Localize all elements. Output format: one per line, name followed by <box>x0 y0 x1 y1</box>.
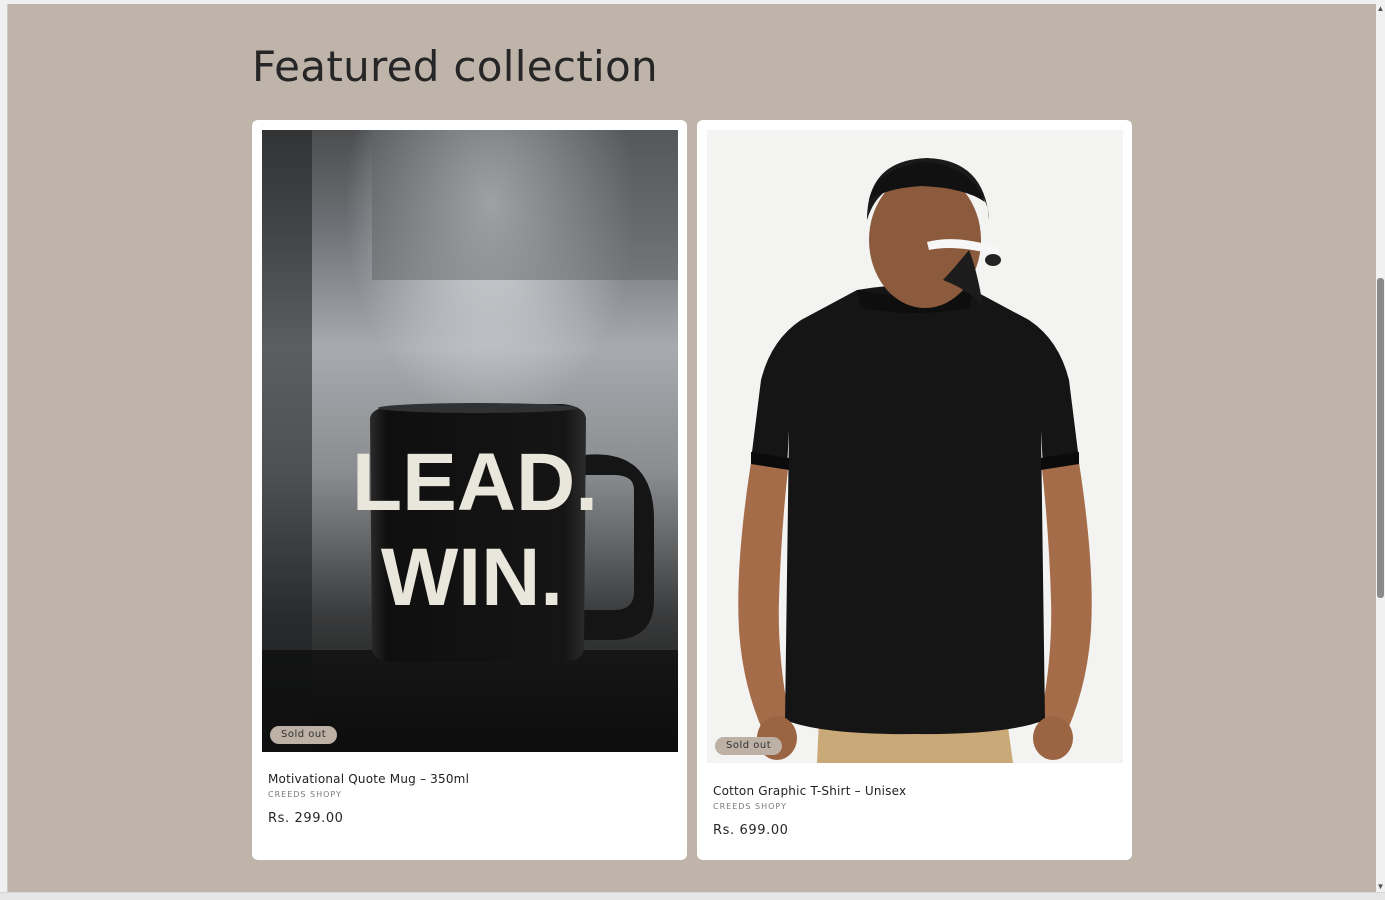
vertical-scrollbar[interactable]: ▲ ▼ <box>1376 4 1385 892</box>
product-title-link[interactable]: Cotton Graphic T-Shirt – Unisex <box>713 784 1116 798</box>
scrollbar-thumb[interactable] <box>1377 278 1384 598</box>
section-title: Featured collection <box>252 42 658 91</box>
featured-collection-section: Featured collection LEAD. WIN. Sold out … <box>7 4 1376 892</box>
tshirt-photo <box>707 130 1123 763</box>
product-image-tshirt[interactable]: Sold out <box>707 130 1123 763</box>
product-card-tshirt[interactable]: Sold out Cotton Graphic T-Shirt – Unisex… <box>697 120 1132 860</box>
product-info: Cotton Graphic T-Shirt – Unisex CREEDS S… <box>713 784 1116 838</box>
triangle-up-icon[interactable]: ▲ <box>1376 4 1385 14</box>
mug-photo: LEAD. WIN. <box>262 130 678 752</box>
browser-viewport: Featured collection LEAD. WIN. Sold out … <box>0 0 1385 900</box>
sold-out-badge: Sold out <box>715 737 783 755</box>
product-title-link[interactable]: Motivational Quote Mug – 350ml <box>268 772 671 786</box>
product-info: Motivational Quote Mug – 350ml CREEDS SH… <box>268 772 671 826</box>
product-vendor: CREEDS SHOPY <box>713 802 787 811</box>
mug-print-line1: LEAD. <box>352 437 598 528</box>
mug-print-line2: WIN. <box>381 532 563 623</box>
product-price: Rs. 699.00 <box>713 823 789 838</box>
sold-out-badge: Sold out <box>270 726 338 744</box>
product-card-mug[interactable]: LEAD. WIN. Sold out Motivational Quote M… <box>252 120 687 860</box>
product-price: Rs. 299.00 <box>268 811 344 826</box>
product-vendor: CREEDS SHOPY <box>268 790 342 799</box>
triangle-down-icon[interactable]: ▼ <box>1376 882 1385 892</box>
product-image-mug[interactable]: LEAD. WIN. Sold out <box>262 130 678 752</box>
